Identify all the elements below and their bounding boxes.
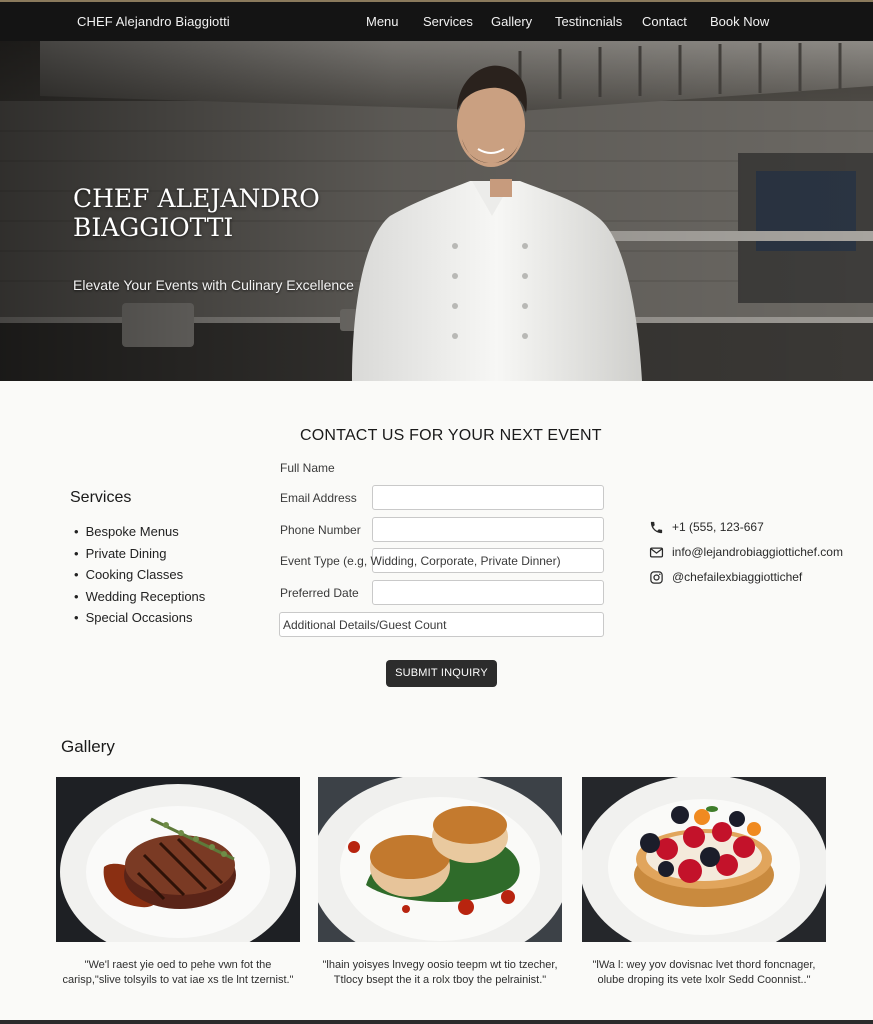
nav-link-contact[interactable]: Contact <box>642 14 687 29</box>
nav-link-testimonials[interactable]: Testincnials <box>555 14 622 29</box>
gallery-image-tart[interactable] <box>582 777 826 942</box>
instagram-icon <box>648 569 664 585</box>
envelope-icon <box>648 544 664 560</box>
hero-title: CHEF ALEJANDRO BIAGGIOTTI <box>73 184 320 242</box>
nav-link-book-now[interactable]: Book Now <box>710 14 769 29</box>
date-field[interactable] <box>372 580 604 605</box>
nav-link-gallery[interactable]: Gallery <box>491 14 532 29</box>
gallery-image-steak[interactable] <box>56 777 300 942</box>
testimonial-quote: "lhain yoisyes lnvegy oosio teepm wt tio… <box>322 959 558 986</box>
nav-link-menu[interactable]: Menu <box>366 14 399 29</box>
phone-label: Phone Number <box>280 523 361 537</box>
contact-phone[interactable]: +1 (555, 123-667 <box>648 519 764 535</box>
testimonial-quote: "lWa l: wey yov dovisnac lvet thord fonc… <box>592 959 816 986</box>
testimonial-quote: "We'l raest yie oed to pehe vwn fot the … <box>62 959 294 986</box>
date-label: Preferred Date <box>280 586 359 600</box>
email-label: Email Address <box>280 491 357 505</box>
nav-link-services[interactable]: Services <box>423 14 473 29</box>
phone-field[interactable] <box>372 517 604 542</box>
contact-email[interactable]: info@lejandrobiaggiottichef.com <box>648 544 843 560</box>
services-title: Services <box>70 489 132 506</box>
details-field[interactable]: Additional Details/Guest Count <box>279 612 604 637</box>
full-name-label: Full Name <box>280 461 335 475</box>
service-item: Private Dining <box>74 545 205 567</box>
service-item: Cooking Classes <box>74 566 205 588</box>
service-item: Wedding Receptions <box>74 588 206 610</box>
contact-instagram[interactable]: @chefailexbiaggiottichef <box>648 569 802 585</box>
gallery-title: Gallery <box>61 737 115 756</box>
submit-inquiry-button[interactable]: SUBMIT INQUIRY <box>386 660 497 687</box>
contact-heading: CONTACT US FOR YOUR NEXT EVENT <box>300 427 602 444</box>
gallery-image-scallops[interactable] <box>318 777 562 942</box>
phone-icon <box>648 519 664 535</box>
top-nav: CHEF Alejandro Biaggiotti Menu Services … <box>0 0 873 41</box>
hero-banner: CHEF ALEJANDRO BIAGGIOTTI Elevate Your E… <box>0 41 873 381</box>
event-type-label: Event Type (e.g, Widding, Corporate, Pri… <box>280 554 561 568</box>
contact-email-text: info@lejandrobiaggiottichef.com <box>672 545 843 559</box>
email-field[interactable] <box>372 485 604 510</box>
contact-instagram-text: @chefailexbiaggiottichef <box>672 570 803 584</box>
brand-name[interactable]: CHEF Alejandro Biaggiotti <box>77 14 230 29</box>
hero-tagline: Elevate Your Events with Culinary Excell… <box>73 277 354 293</box>
service-item: Bespoke Menus <box>74 523 205 545</box>
services-list: Bespoke Menus Private Dining Cooking Cla… <box>74 523 206 631</box>
contact-phone-text: +1 (555, 123-667 <box>672 520 764 534</box>
footer-bar <box>0 1020 873 1024</box>
service-item: Special Occasions <box>74 609 205 631</box>
